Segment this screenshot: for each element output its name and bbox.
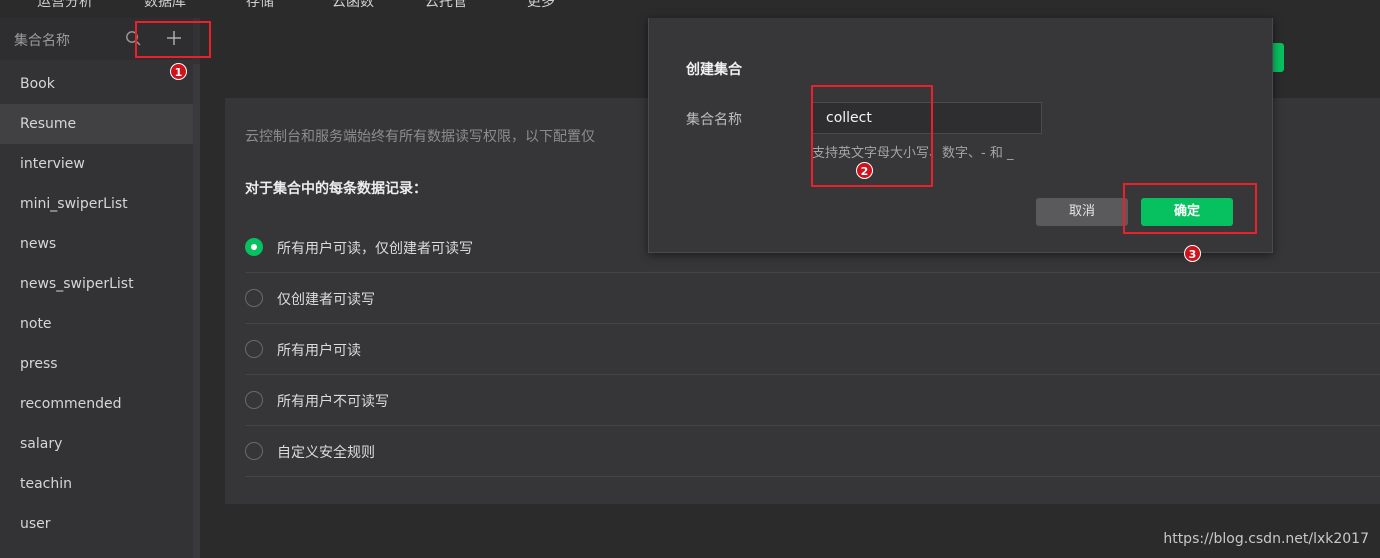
permission-option-custom-rules[interactable]: 自定义安全规则 — [245, 427, 1380, 477]
collection-item-press[interactable]: press — [0, 344, 193, 384]
watermark-url: https://blog.csdn.net/lxk2017 — [1163, 531, 1369, 547]
permission-option-label: 所有用户可读，仅创建者可读写 — [277, 241, 473, 257]
tab-more[interactable]: 更多 — [527, 0, 555, 11]
annotation-number-3: 3 — [1184, 245, 1201, 262]
permission-option-read-all[interactable]: 所有用户可读 — [245, 325, 1380, 375]
tab-analytics[interactable]: 运营分析 — [37, 0, 93, 11]
collection-list: Book Resume interview mini_swiperList ne… — [0, 64, 193, 544]
permission-option-label: 仅创建者可读写 — [277, 292, 375, 308]
radio-unselected[interactable] — [245, 391, 263, 409]
top-menu-bar: 运营分析 数据库 存储 云函数 云托管 更多 — [0, 0, 1380, 18]
tab-cloud-hosting[interactable]: 云托管 — [425, 0, 467, 11]
collection-item-mini-swiperlist[interactable]: mini_swiperList — [0, 184, 193, 224]
radio-selected[interactable] — [245, 238, 263, 256]
collection-item-news-swiperlist[interactable]: news_swiperList — [0, 264, 193, 304]
tab-database[interactable]: 数据库 — [144, 0, 186, 11]
collection-name-label: 集合名称 — [686, 112, 742, 128]
collection-sidebar: 集合名称 Book Resume interview mini_swiperLi… — [0, 18, 200, 558]
permission-option-no-access[interactable]: 所有用户不可读写 — [245, 376, 1380, 426]
tab-storage[interactable]: 存储 — [246, 0, 274, 11]
permissions-intro: 云控制台和服务端始终有所有数据读写权限，以下配置仅 — [245, 129, 595, 145]
collection-item-salary[interactable]: salary — [0, 424, 193, 464]
collection-item-note[interactable]: note — [0, 304, 193, 344]
tab-cloud-functions[interactable]: 云函数 — [332, 0, 374, 11]
annotation-number-1: 1 — [170, 63, 187, 80]
permission-option-label: 所有用户可读 — [277, 343, 361, 359]
permissions-subheading: 对于集合中的每条数据记录： — [245, 181, 427, 197]
permission-option-label: 自定义安全规则 — [277, 445, 375, 461]
sidebar-title: 集合名称 — [14, 33, 70, 49]
collection-item-interview[interactable]: interview — [0, 144, 193, 184]
collection-item-teachin[interactable]: teachin — [0, 464, 193, 504]
sidebar-scrollbar[interactable] — [193, 64, 200, 558]
collection-item-book[interactable]: Book — [0, 64, 193, 104]
permission-option-label: 所有用户不可读写 — [277, 394, 389, 410]
radio-unselected[interactable] — [245, 340, 263, 358]
collection-item-news[interactable]: news — [0, 224, 193, 264]
add-record-button-edge[interactable] — [1272, 43, 1284, 72]
annotation-number-2: 2 — [856, 162, 873, 179]
annotation-box-add — [135, 21, 211, 58]
annotation-box-confirm — [1123, 183, 1257, 234]
cancel-button[interactable]: 取消 — [1036, 198, 1128, 226]
permission-option-creator-only[interactable]: 仅创建者可读写 — [245, 274, 1380, 324]
collection-item-resume[interactable]: Resume — [0, 104, 193, 144]
collection-item-user[interactable]: user — [0, 504, 193, 544]
radio-unselected[interactable] — [245, 442, 263, 460]
dialog-title: 创建集合 — [686, 62, 742, 78]
collection-item-recommended[interactable]: recommended — [0, 384, 193, 424]
radio-unselected[interactable] — [245, 289, 263, 307]
